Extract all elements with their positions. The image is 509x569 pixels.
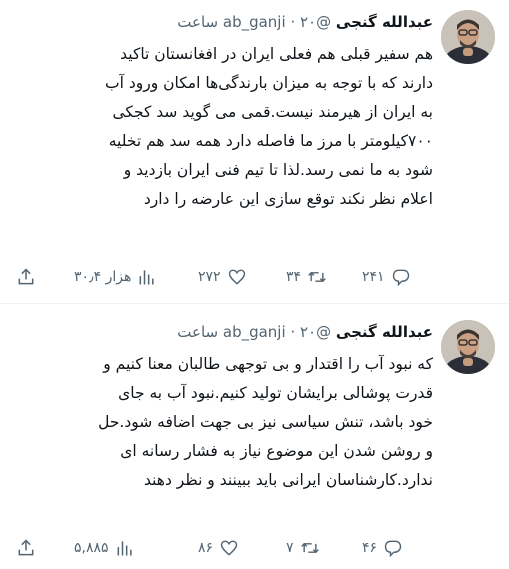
views-icon	[117, 541, 132, 556]
retweet-count: ۳۴	[286, 269, 302, 285]
tweet-line: و روشن شدن این موضوع نیاز به فشار رسانه …	[120, 442, 433, 460]
tweet-header: عبدالله گنجی @ab_ganji · ۲۰ ساعت	[177, 13, 433, 31]
tweet-line: خود باشد، تنش سیاسی نیز بی جهت اضافه شود…	[98, 413, 433, 431]
like-count: ۸۶	[198, 540, 214, 556]
like-count: ۲۷۲	[198, 269, 221, 285]
like-button[interactable]: ۲۷۲	[198, 264, 247, 290]
avatar-image	[441, 320, 495, 374]
heart-icon	[220, 540, 238, 556]
tweet[interactable]: عبدالله گنجی @ab_ganji · ۲۰ ساعت هم سفیر…	[0, 0, 509, 298]
tweet-header: عبدالله گنجی @ab_ganji · ۲۰ ساعت	[177, 323, 433, 341]
retweet-icon	[308, 271, 326, 283]
views-button[interactable]: ۳۰٫۴ هزار	[74, 264, 157, 290]
tweet-line: ندارد.کارشناسان ایرانی باید ببینند و نظر…	[143, 471, 433, 489]
share-button[interactable]	[16, 535, 36, 561]
avatar[interactable]	[441, 10, 495, 64]
share-icon	[18, 539, 34, 556]
retweet-icon	[300, 542, 319, 554]
tweet-divider	[0, 303, 509, 304]
like-button[interactable]: ۸۶	[198, 535, 239, 561]
reply-count: ۲۴۱	[362, 269, 385, 285]
tweet-actions: ۵,۸۸۵ ۸۶ ۷ ۴۶	[10, 535, 435, 561]
tweet-line: به ایران از هیرمند نیست.قمی می گوید سد ک…	[112, 103, 433, 121]
author-name[interactable]: عبدالله گنجی	[336, 323, 433, 341]
tweet-line: قدرت پوشالی برایشان تولید کنیم.نبود آب ب…	[118, 384, 433, 402]
reply-button[interactable]: ۲۴۱	[362, 264, 411, 290]
tweet-line: که نبود آب را اقتدار و بی توجهی طالبان م…	[103, 355, 433, 373]
views-icon	[139, 270, 154, 285]
tweet-actions: ۳۰٫۴ هزار ۲۷۲ ۳۴ ۲۴۱	[10, 264, 435, 290]
tweet-line: شود به ما نمی رسد.لذا تا تیم فنی ایران ب…	[123, 161, 433, 179]
avatar[interactable]	[441, 320, 495, 374]
tweet-text: هم سفیر قبلی هم فعلی ایران در افغانستان …	[14, 40, 433, 214]
reply-icon	[392, 269, 409, 287]
share-icon	[18, 268, 34, 285]
retweet-count: ۷	[286, 540, 294, 556]
tweet[interactable]: عبدالله گنجی @ab_ganji · ۲۰ ساعت که نبود…	[0, 310, 509, 569]
tweet-line: اعلام نظر نکند توقع سازی این عارضه را دا…	[143, 190, 433, 208]
views-count: ۵,۸۸۵	[74, 540, 109, 556]
author-name[interactable]: عبدالله گنجی	[336, 13, 433, 31]
reply-button[interactable]: ۴۶	[362, 535, 403, 561]
retweet-button[interactable]: ۳۴	[286, 264, 327, 290]
reply-icon	[384, 540, 402, 558]
tweet-line: هم سفیر قبلی هم فعلی ایران در افغانستان …	[120, 45, 433, 63]
share-button[interactable]	[16, 264, 36, 290]
views-count: ۳۰٫۴ هزار	[74, 269, 132, 285]
heart-icon	[228, 269, 245, 285]
tweet-line: ۷۰۰کیلومتر با مرز ما فاصله دارد همه سد ه…	[108, 132, 433, 150]
tweet-text: که نبود آب را اقتدار و بی توجهی طالبان م…	[14, 350, 433, 495]
views-button[interactable]: ۵,۸۸۵	[74, 535, 135, 561]
retweet-button[interactable]: ۷	[286, 535, 320, 561]
tweet-line: دارند که با توجه به میزان بارندگی‌ها امک…	[105, 74, 433, 92]
reply-count: ۴۶	[362, 540, 378, 556]
avatar-image	[441, 10, 495, 64]
